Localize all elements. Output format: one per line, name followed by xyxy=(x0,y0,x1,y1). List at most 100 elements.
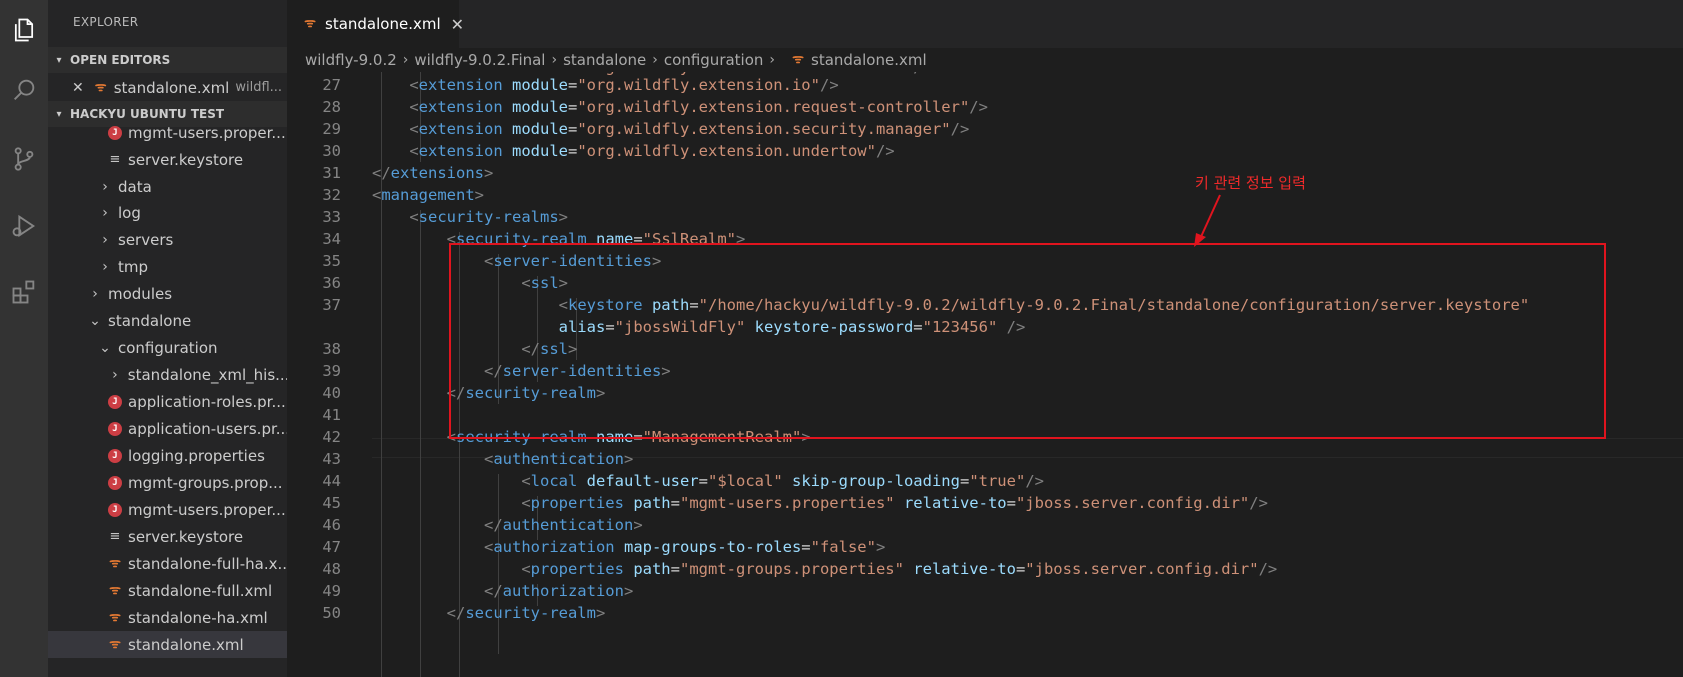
tree-item[interactable]: ᯤ standalone-full.xml xyxy=(48,577,287,604)
xml-rss-icon: ᯤ xyxy=(109,636,121,652)
code-line: <extension module="org.wildfly.extension… xyxy=(409,76,839,94)
tree-item[interactable]: J application-users.pr... xyxy=(48,415,287,442)
chevron-right-icon: › xyxy=(102,231,108,248)
tree-item-label: data xyxy=(118,177,152,196)
line-number: 39 xyxy=(322,362,341,380)
tab-label: standalone.xml xyxy=(325,15,441,33)
code-line: <management> xyxy=(372,186,485,204)
xml-rss-icon: ᯤ xyxy=(304,16,316,31)
line-number: 44 xyxy=(322,472,341,490)
breadcrumb-item[interactable]: wildfly-9.0.2 xyxy=(305,51,397,69)
code-line: <extension module="org.wildfly.extension… xyxy=(409,98,988,116)
annotation-label: 키 관련 정보 입력 xyxy=(1195,174,1306,192)
chevron-right-icon: › xyxy=(102,204,108,221)
chevron-right-icon: › xyxy=(102,178,108,195)
tree-item[interactable]: ᯤ standalone-ha.xml xyxy=(48,604,287,631)
tree-item-label: standalone-full-ha.x... xyxy=(128,554,287,573)
tree-folder-standalone[interactable]: ⌄ standalone xyxy=(48,307,287,334)
tree-item-label: server.keystore xyxy=(128,150,244,169)
tree-folder-log[interactable]: › log xyxy=(48,199,287,226)
extensions-icon[interactable] xyxy=(0,268,48,316)
tree-item-label: server.keystore xyxy=(128,527,244,546)
tree-folder-configuration[interactable]: ⌄ configuration xyxy=(48,334,287,361)
code-line: <security-realms> xyxy=(409,208,568,226)
chevron-right-icon: › xyxy=(112,366,118,383)
code-line: </extensions> xyxy=(372,164,494,182)
source-control-icon[interactable] xyxy=(0,135,48,183)
line-number: 36 xyxy=(322,274,341,292)
tree-folder-data[interactable]: › data xyxy=(48,173,287,200)
tree-item-label: configuration xyxy=(118,338,218,357)
breadcrumb: wildfly-9.0.2 › wildfly-9.0.2.Final › st… xyxy=(287,48,1683,72)
breadcrumb-item[interactable]: standalone.xml xyxy=(811,51,927,69)
chevron-down-icon: ▾ xyxy=(56,54,62,66)
breadcrumb-item[interactable]: standalone xyxy=(563,51,646,69)
xml-rss-icon: ᯤ xyxy=(109,555,121,571)
open-editor-item[interactable]: ✕ ᯤ standalone.xml wildfl... xyxy=(48,74,287,101)
tree-item[interactable]: ᯤ standalone-full-ha.x... xyxy=(48,550,287,577)
code-line: </authorization> xyxy=(483,582,634,600)
tree-item[interactable]: J mgmt-groups.prop... xyxy=(48,469,287,496)
tree-item[interactable]: J logging.properties xyxy=(48,442,287,469)
chevron-down-icon: ⌄ xyxy=(89,312,101,329)
tree-item-label: mgmt-users.proper... xyxy=(128,123,286,142)
text-file-icon: ≡ xyxy=(109,151,121,167)
tree-item-label: application-users.pr... xyxy=(128,419,287,438)
line-number: 27 xyxy=(322,76,341,94)
open-editor-filename: standalone.xml xyxy=(113,78,230,97)
tree-item-label: standalone_xml_his... xyxy=(127,365,287,384)
line-number: 30 xyxy=(322,142,341,160)
tree-item-label: modules xyxy=(108,284,173,303)
tree-folder-modules[interactable]: › modules xyxy=(48,280,287,307)
xml-rss-icon: ᯤ xyxy=(792,52,804,67)
chevron-right-icon: › xyxy=(92,285,98,302)
line-number: 42 xyxy=(322,428,341,446)
open-editors-header[interactable]: ▾ OPEN EDITORS xyxy=(48,47,287,73)
tree-item-selected[interactable]: ᯤ standalone.xml xyxy=(48,631,287,658)
tree-item[interactable]: J mgmt-users.proper... xyxy=(48,119,287,146)
breadcrumb-item[interactable]: wildfly-9.0.2.Final xyxy=(414,51,545,69)
java-props-icon: J xyxy=(108,394,122,409)
tab-standalone-xml[interactable]: ᯤ standalone.xml ✕ xyxy=(287,0,464,48)
tree-item[interactable]: ≡ server.keystore xyxy=(48,523,287,550)
code-line: <authorization map-groups-to-roles="fals… xyxy=(483,538,886,556)
line-number: 47 xyxy=(322,538,341,556)
tree-folder-history[interactable]: › standalone_xml_his... xyxy=(48,361,287,388)
tree-item-label: application-roles.pr... xyxy=(128,392,286,411)
search-icon[interactable] xyxy=(0,66,48,114)
xml-rss-icon: ᯤ xyxy=(94,79,107,95)
line-number: 38 xyxy=(322,340,341,358)
close-icon[interactable]: ✕ xyxy=(451,15,464,34)
code-line: </authentication> xyxy=(483,516,643,534)
java-props-icon: J xyxy=(108,421,122,436)
tree-item-label: standalone xyxy=(108,311,192,330)
chevron-right-icon: › xyxy=(551,52,558,68)
line-number: 49 xyxy=(322,582,341,600)
code-line: <properties path="mgmt-groups.properties… xyxy=(521,560,1278,578)
tree-item-label: standalone-ha.xml xyxy=(128,608,268,627)
tree-folder-tmp[interactable]: › tmp xyxy=(48,253,287,280)
tree-item-label: mgmt-groups.prop... xyxy=(128,473,283,492)
line-number: 43 xyxy=(322,450,341,468)
code-line: <authentication> xyxy=(483,450,634,468)
java-props-icon: J xyxy=(108,125,122,140)
annotation-highlight-box xyxy=(449,243,1606,439)
line-number: 45 xyxy=(322,494,341,512)
java-props-icon: J xyxy=(108,502,122,517)
close-icon[interactable]: ✕ xyxy=(72,80,84,96)
files-icon[interactable] xyxy=(0,6,48,54)
tree-item[interactable]: J application-roles.pr... xyxy=(48,388,287,415)
line-number: 32 xyxy=(322,186,341,204)
breadcrumb-item[interactable]: configuration xyxy=(664,51,764,69)
chevron-right-icon: › xyxy=(769,52,776,68)
tree-folder-servers[interactable]: › servers xyxy=(48,226,287,253)
debug-icon[interactable] xyxy=(0,202,48,250)
tree-item[interactable]: ≡ server.keystore xyxy=(48,146,287,173)
chevron-right-icon: › xyxy=(652,52,658,68)
tree-item[interactable]: J mgmt-users.proper... xyxy=(48,496,287,523)
tab-bar: ᯤ standalone.xml ✕ xyxy=(287,0,1683,48)
line-number: 31 xyxy=(322,164,341,182)
java-props-icon: J xyxy=(108,448,122,463)
code-line: <properties path="mgmt-users.properties"… xyxy=(521,494,1268,512)
line-number: 46 xyxy=(322,516,341,534)
